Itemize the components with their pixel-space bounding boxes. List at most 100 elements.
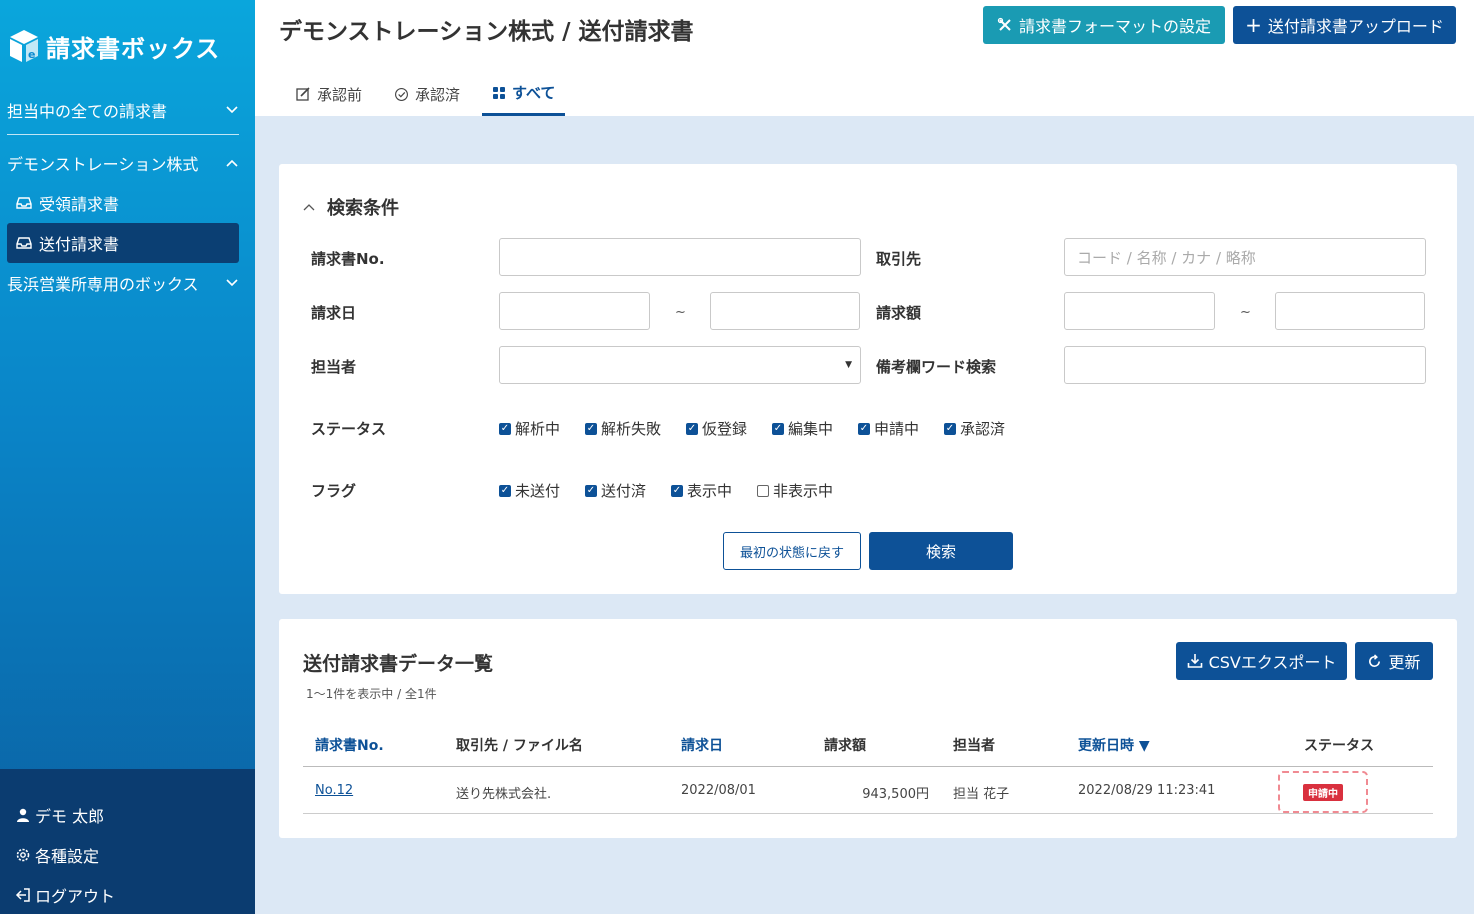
gear-icon <box>16 848 30 862</box>
checkbox-label: 解析中 <box>515 420 561 438</box>
invoice-date-to-input[interactable] <box>710 292 860 330</box>
sidebar-item-sent-invoices[interactable]: 送付請求書 <box>7 223 239 263</box>
checkbox-label: 仮登録 <box>702 420 748 438</box>
amount-label: 請求額 <box>876 304 922 322</box>
status-highlight: 申請中 <box>1278 771 1368 813</box>
invoice-format-settings-button[interactable]: 請求書フォーマットの設定 <box>983 6 1225 44</box>
app-name: 請求書ボックス <box>46 34 221 63</box>
status-checkbox-analyzing[interactable]: ✓ 解析中 <box>499 418 560 439</box>
partner-placeholder: コード / 名称 / カナ / 略称 <box>1077 248 1256 267</box>
amount-from-input[interactable] <box>1064 292 1215 330</box>
upload-sent-invoice-button[interactable]: + 送付請求書アップロード <box>1233 6 1456 44</box>
button-label: 請求書フォーマットの設定 <box>1018 17 1211 36</box>
settings-label: 各種設定 <box>35 847 100 866</box>
table-row-divider <box>303 813 1433 814</box>
sidebar-group-branch[interactable]: 長浜営業所専用のボックス <box>7 268 239 298</box>
column-header-updated-at[interactable]: 更新日時 ▼ <box>1078 735 1150 755</box>
checkbox-label: 表示中 <box>687 482 733 500</box>
app-logo[interactable]: e 請求書ボックス <box>8 28 220 64</box>
reset-filters-button[interactable]: 最初の状態に戻す <box>723 532 861 570</box>
status-checkbox-analysis-failed[interactable]: ✓ 解析失敗 <box>585 418 661 439</box>
amount-to-input[interactable] <box>1275 292 1425 330</box>
sidebar-group-label: 担当中の全ての請求書 <box>7 102 168 121</box>
search-conditions-title: 検索条件 <box>327 198 399 219</box>
range-separator: ~ <box>1240 305 1251 320</box>
invoice-no-link[interactable]: No.12 <box>315 783 353 798</box>
inbox-icon <box>16 197 32 209</box>
tab-label: すべて <box>512 84 556 102</box>
sidebar-divider <box>7 134 239 135</box>
flag-checkbox-sent[interactable]: ✓ 送付済 <box>585 480 646 501</box>
checkbox-unchecked-icon <box>757 484 769 497</box>
status-checkbox-editing[interactable]: ✓ 編集中 <box>772 418 833 439</box>
flag-checkbox-hidden[interactable]: 非表示中 <box>757 480 833 501</box>
tab-approved[interactable]: 承認済 <box>384 72 470 116</box>
tab-before-approval[interactable]: 承認前 <box>285 72 372 116</box>
sidebar-user-menu: デモ 太郎 各種設定 ログアウト <box>0 769 255 914</box>
invoice-no-input[interactable] <box>499 238 861 276</box>
search-conditions-panel: 検索条件 請求書No. 取引先 コード / 名称 / カナ / 略称 請求日 ~… <box>279 164 1457 594</box>
refresh-button[interactable]: 更新 <box>1355 642 1433 680</box>
checkbox-checked-icon: ✓ <box>671 484 683 497</box>
logout-label: ログアウト <box>35 887 116 906</box>
partner-input[interactable]: コード / 名称 / カナ / 略称 <box>1064 238 1426 276</box>
checkbox-label: 編集中 <box>788 420 834 438</box>
search-button[interactable]: 検索 <box>869 532 1013 570</box>
user-icon <box>17 808 29 822</box>
flag-filter-label: フラグ <box>311 482 357 500</box>
csv-export-button[interactable]: CSVエクスポート <box>1176 642 1347 680</box>
plus-icon: + <box>1245 13 1262 37</box>
sidebar-item-received-invoices[interactable]: 受領請求書 <box>7 183 239 223</box>
column-header-status: ステータス <box>1304 738 1374 754</box>
flag-checkbox-visible[interactable]: ✓ 表示中 <box>671 480 732 501</box>
partner-cell: 送り先株式会社. <box>456 787 552 802</box>
button-label: CSVエクスポート <box>1208 653 1337 672</box>
sidebar-group-all-invoices[interactable]: 担当中の全ての請求書 <box>7 95 239 125</box>
user-menu-item[interactable]: デモ 太郎 <box>15 803 104 827</box>
search-conditions-toggle[interactable]: 検索条件 <box>303 194 399 220</box>
page-header: デモンストレーション株式 / 送付請求書 請求書フォーマットの設定 + 送付請求… <box>255 0 1474 116</box>
flag-checkbox-unsent[interactable]: ✓ 未送付 <box>499 480 560 501</box>
result-count: 1〜1件を表示中 / 全1件 <box>306 687 437 701</box>
table-header-divider <box>303 766 1433 767</box>
tab-all[interactable]: すべて <box>482 72 566 116</box>
memo-search-label: 備考欄ワード検索 <box>876 358 997 376</box>
column-header-person: 担当者 <box>953 738 995 754</box>
logout-menu-item[interactable]: ログアウト <box>15 883 115 907</box>
amount-cell: 943,500円 <box>862 787 929 802</box>
page-title: デモンストレーション株式 / 送付請求書 <box>279 19 694 45</box>
column-header-amount: 請求額 <box>824 738 866 754</box>
settings-menu-item[interactable]: 各種設定 <box>15 843 99 867</box>
updated-at-cell: 2022/08/29 11:23:41 <box>1078 783 1216 798</box>
svg-text:e: e <box>28 48 35 61</box>
sidebar: e 請求書ボックス 担当中の全ての請求書 デモンストレーション株式 受領請求書 … <box>0 0 255 914</box>
chevron-up-icon <box>303 204 315 211</box>
column-header-invoice-date[interactable]: 請求日 <box>681 735 723 755</box>
column-header-invoice-no[interactable]: 請求書No. <box>315 735 384 755</box>
invoice-date-from-input[interactable] <box>499 292 650 330</box>
memo-search-input[interactable] <box>1064 346 1426 384</box>
sidebar-group-company[interactable]: デモンストレーション株式 <box>7 148 239 178</box>
button-label: 更新 <box>1388 653 1421 672</box>
checkbox-checked-icon: ✓ <box>858 422 870 435</box>
inbox-icon <box>16 237 32 249</box>
logout-icon <box>15 888 30 902</box>
status-checkbox-applying[interactable]: ✓ 申請中 <box>858 418 919 439</box>
tab-label: 承認済 <box>415 85 461 104</box>
chevron-down-icon <box>226 106 238 114</box>
invoice-date-label: 請求日 <box>311 304 357 322</box>
sidebar-group-label: 長浜営業所専用のボックス <box>7 275 199 294</box>
sent-invoice-list-panel: 送付請求書データ一覧 1〜1件を表示中 / 全1件 CSVエクスポート 更新 請… <box>279 619 1457 838</box>
status-checkbox-provisional[interactable]: ✓ 仮登録 <box>686 418 747 439</box>
person-cell: 担当 花子 <box>953 787 1010 802</box>
person-select[interactable]: ▼ <box>499 346 861 384</box>
sidebar-group-label: デモンストレーション株式 <box>7 155 199 174</box>
checkbox-checked-icon: ✓ <box>585 484 597 497</box>
checkbox-label: 申請中 <box>874 420 920 438</box>
edit-icon <box>296 87 310 101</box>
checkbox-checked-icon: ✓ <box>499 484 511 497</box>
invoice-date-cell: 2022/08/01 <box>681 783 756 798</box>
status-checkbox-approved[interactable]: ✓ 承認済 <box>944 418 1005 439</box>
range-separator: ~ <box>675 305 686 320</box>
checkbox-label: 解析失敗 <box>601 420 662 438</box>
